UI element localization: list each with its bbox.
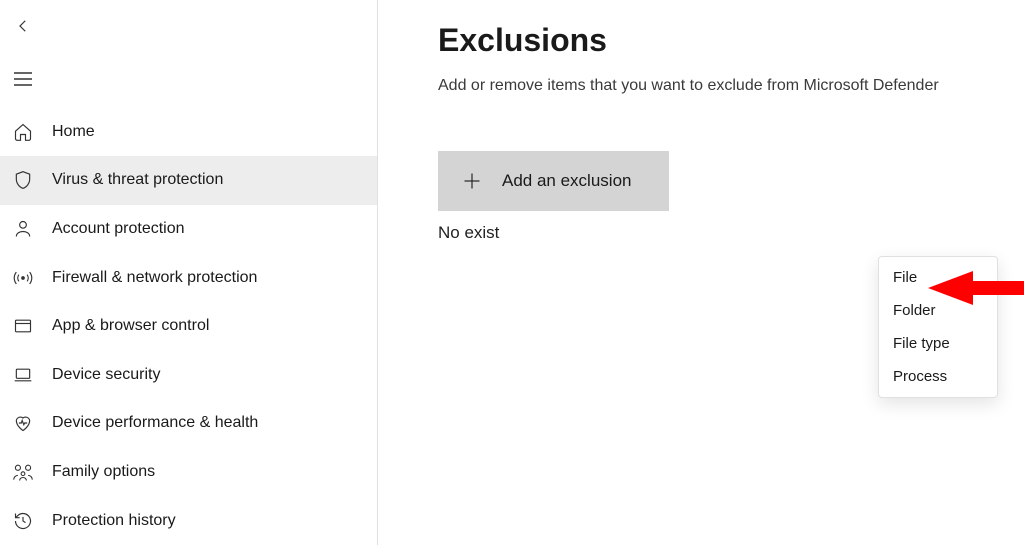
- sidebar-item-protection-history[interactable]: Protection history: [0, 496, 377, 545]
- sidebar-item-firewall[interactable]: Firewall & network protection: [0, 253, 377, 302]
- sidebar-item-label: Protection history: [52, 512, 176, 530]
- sidebar-item-family[interactable]: Family options: [0, 448, 377, 497]
- add-exclusion-button[interactable]: Add an exclusion: [438, 151, 669, 211]
- hamburger-button[interactable]: [4, 62, 42, 96]
- sidebar-item-label: Home: [52, 123, 95, 141]
- sidebar-item-device-security[interactable]: Device security: [0, 351, 377, 400]
- page-subtitle: Add or remove items that you want to exc…: [438, 77, 1024, 95]
- broadcast-icon: [12, 267, 34, 289]
- plus-icon: [462, 171, 482, 191]
- sidebar-item-label: Firewall & network protection: [52, 269, 257, 287]
- add-exclusion-label: Add an exclusion: [502, 171, 631, 191]
- exclusions-status-text: No exist: [438, 223, 1024, 243]
- family-icon: [12, 461, 34, 483]
- sidebar-item-label: Account protection: [52, 220, 185, 238]
- popup-item-label: File: [893, 269, 917, 286]
- popup-item-process[interactable]: Process: [879, 360, 997, 393]
- sidebar-item-account[interactable]: Account protection: [0, 205, 377, 254]
- main-content: Exclusions Add or remove items that you …: [378, 0, 1024, 545]
- sidebar-item-device-performance[interactable]: Device performance & health: [0, 399, 377, 448]
- hamburger-icon: [14, 72, 32, 86]
- home-icon: [12, 121, 34, 143]
- app-icon: [12, 315, 34, 337]
- popup-item-label: Folder: [893, 302, 936, 319]
- sidebar-item-virus-threat[interactable]: Virus & threat protection: [0, 156, 377, 205]
- popup-item-label: Process: [893, 368, 947, 385]
- heart-icon: [12, 412, 34, 434]
- history-icon: [12, 510, 34, 532]
- popup-item-file[interactable]: File: [879, 261, 997, 294]
- sidebar-item-label: Family options: [52, 463, 155, 481]
- page-title: Exclusions: [438, 22, 1024, 59]
- sidebar-item-label: Device performance & health: [52, 414, 258, 432]
- laptop-icon: [12, 364, 34, 386]
- popup-item-filetype[interactable]: File type: [879, 327, 997, 360]
- sidebar: Home Virus & threat protection Account p…: [0, 0, 378, 545]
- back-arrow-icon: [14, 17, 32, 35]
- back-button[interactable]: [4, 12, 42, 40]
- sidebar-item-label: App & browser control: [52, 317, 209, 335]
- sidebar-item-label: Device security: [52, 366, 160, 384]
- sidebar-item-label: Virus & threat protection: [52, 171, 223, 189]
- sidebar-item-home[interactable]: Home: [0, 108, 377, 157]
- windows-security-app: Home Virus & threat protection Account p…: [0, 0, 1024, 545]
- popup-item-label: File type: [893, 335, 950, 352]
- person-icon: [12, 218, 34, 240]
- shield-icon: [12, 169, 34, 191]
- sidebar-item-app-browser[interactable]: App & browser control: [0, 302, 377, 351]
- exclusion-type-popup: File Folder File type Process: [878, 256, 998, 398]
- popup-item-folder[interactable]: Folder: [879, 294, 997, 327]
